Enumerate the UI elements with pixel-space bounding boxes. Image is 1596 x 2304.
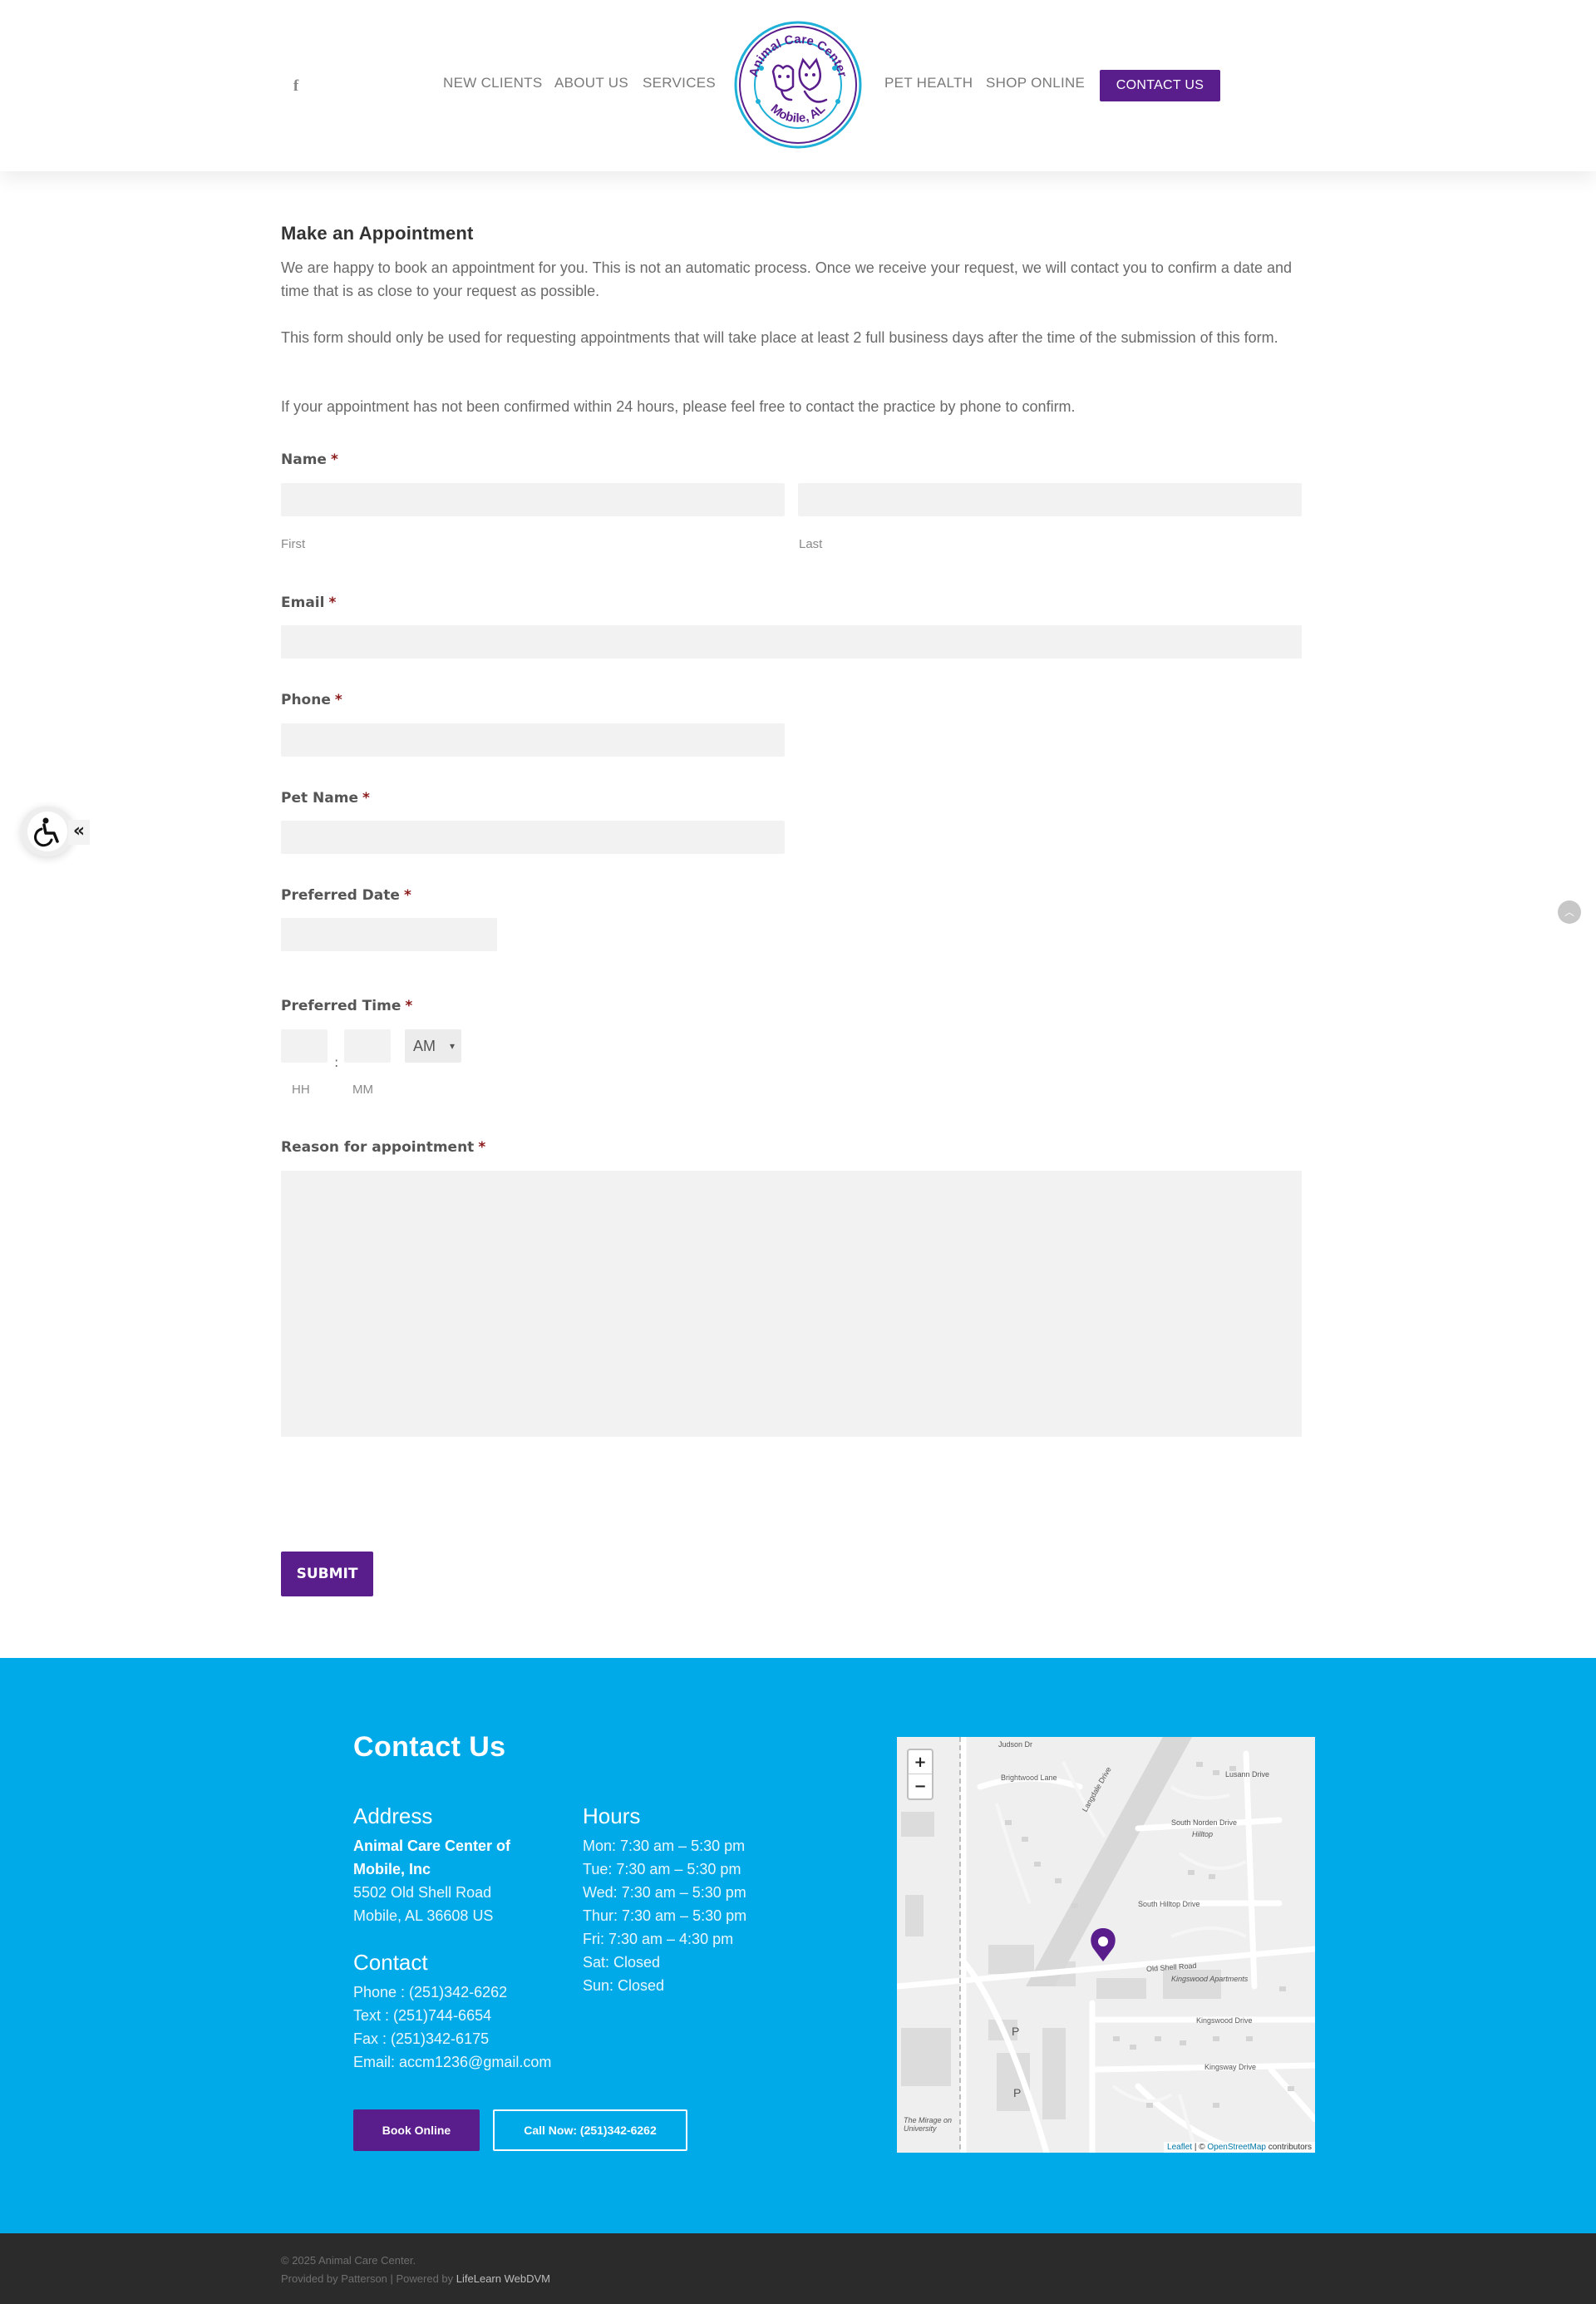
preferred-date-label: Preferred Date *	[281, 887, 411, 904]
bottom-bar	[0, 2233, 1596, 2304]
pet-name-input[interactable]	[281, 821, 785, 854]
nav-about-us[interactable]: ABOUT US	[554, 75, 628, 91]
footer-email[interactable]: Email: accm1236@gmail.com	[353, 2050, 551, 2074]
osm-link[interactable]: OpenStreetMap	[1207, 2143, 1266, 2152]
last-name-input[interactable]	[798, 483, 1302, 516]
accessibility-collapse-tab[interactable]: «	[68, 820, 90, 845]
map-attribution: Leaflet | © OpenStreetMap contributors	[1164, 2142, 1315, 2153]
zoom-in-button[interactable]: +	[909, 1750, 932, 1774]
submit-button[interactable]: SUBMIT	[281, 1552, 373, 1596]
pet-name-label: Pet Name *	[281, 790, 370, 807]
address-line-2: Mobile, AL 36608 US	[353, 1907, 494, 1924]
contact-us-button[interactable]: CONTACT US	[1100, 70, 1220, 101]
book-online-button[interactable]: Book Online	[353, 2109, 480, 2151]
map-label: Judson Dr	[998, 1740, 1033, 1749]
reason-textarea[interactable]	[281, 1171, 1302, 1437]
intro-paragraph-3: If your appointment has not been confirm…	[281, 398, 1076, 415]
map-label: Kingswood Drive	[1196, 2016, 1253, 2025]
hours-sat: Sat: Closed	[583, 1954, 661, 1971]
time-colon: :	[334, 1054, 339, 1070]
scroll-to-top-button[interactable]: ︿	[1558, 900, 1581, 924]
zoom-out-button[interactable]: −	[909, 1774, 932, 1798]
chevron-down-icon: ▾	[449, 1040, 455, 1052]
nav-pet-health[interactable]: PET HEALTH	[884, 75, 973, 91]
map-label: Hilltop	[1192, 1830, 1214, 1838]
contact-footer	[0, 1658, 1596, 2233]
map-label: Brightwood Lane	[1001, 1774, 1057, 1782]
map-label: Kingswood Apartments	[1171, 1975, 1249, 1983]
nav-services[interactable]: SERVICES	[643, 75, 716, 91]
email-input[interactable]	[281, 625, 1302, 659]
chevron-up-icon: ︿	[1564, 906, 1574, 918]
first-name-input[interactable]	[281, 483, 785, 516]
footer-fax: Fax : (251)342-6175	[353, 2030, 490, 2047]
intro-paragraph-1: We are happy to book an appointment for …	[281, 259, 1292, 299]
phone-label: Phone *	[281, 692, 342, 708]
call-now-button[interactable]: Call Now: (251)342-6262	[493, 2109, 687, 2151]
page-title: Make an Appointment	[281, 223, 474, 244]
hours-sun: Sun: Closed	[583, 1977, 665, 1994]
site-logo[interactable]: Animal Care Center Mobile, AL	[733, 20, 863, 150]
provided-by-text: Provided by Patterson | Powered by LifeL…	[281, 2272, 550, 2285]
nav-new-clients[interactable]: NEW CLIENTS	[443, 75, 542, 91]
name-label: Name *	[281, 451, 338, 468]
address-line-1: 5502 Old Shell Road	[353, 1884, 492, 1901]
address-name-line-1: Animal Care Center of	[353, 1838, 511, 1854]
site-header: f NEW CLIENTS ABOUT US SERVICES Animal C…	[0, 0, 1596, 171]
mm-sublabel: MM	[352, 1083, 373, 1097]
accessibility-widget[interactable]	[21, 807, 74, 856]
map-label: South Norden Drive	[1171, 1818, 1238, 1827]
address-name-line-2: Mobile, Inc	[353, 1861, 431, 1877]
footer-text[interactable]: Text : (251)744-6654	[353, 2004, 491, 2027]
map-label: The Mirage on University	[904, 2116, 953, 2133]
minute-input[interactable]	[344, 1029, 391, 1063]
phone-input[interactable]	[281, 723, 785, 757]
first-sublabel: First	[281, 537, 306, 551]
location-map[interactable]: Judson Dr Brightwood Lane Langdale Drive…	[897, 1737, 1315, 2153]
leaflet-link[interactable]: Leaflet	[1167, 2143, 1192, 2152]
email-label: Email *	[281, 595, 337, 611]
hh-sublabel: HH	[292, 1083, 310, 1097]
address-heading: Address	[353, 1803, 433, 1828]
hours-thur: Thur: 7:30 am – 5:30 pm	[583, 1907, 747, 1924]
map-label: Lusann Drive	[1225, 1770, 1270, 1779]
map-tiles	[897, 1737, 1315, 2153]
map-zoom-control: + −	[907, 1749, 933, 1800]
preferred-date-input[interactable]	[281, 918, 497, 951]
parking-label: P	[1012, 2025, 1020, 2038]
reason-label: Reason for appointment *	[281, 1139, 486, 1156]
lifelearn-link[interactable]: LifeLearn WebDVM	[456, 2272, 550, 2285]
hours-fri: Fri: 7:30 am – 4:30 pm	[583, 1931, 734, 1947]
hours-tue: Tue: 7:30 am – 5:30 pm	[583, 1861, 741, 1877]
facebook-icon[interactable]: f	[289, 78, 303, 95]
nav-shop-online[interactable]: SHOP ONLINE	[986, 75, 1085, 91]
hours-wed: Wed: 7:30 am – 5:30 pm	[583, 1884, 746, 1901]
parking-label: P	[1013, 2086, 1022, 2099]
intro-paragraph-2: This form should only be used for reques…	[281, 329, 1278, 346]
hour-input[interactable]	[281, 1029, 328, 1063]
preferred-time-label: Preferred Time *	[281, 998, 413, 1014]
footer-phone[interactable]: Phone : (251)342-6262	[353, 1981, 507, 2004]
hours-heading: Hours	[583, 1803, 641, 1828]
ampm-select[interactable]: AM ▾	[405, 1029, 461, 1063]
last-sublabel: Last	[799, 537, 823, 551]
map-label: Kingsway Drive	[1204, 2063, 1257, 2071]
wheelchair-icon	[27, 812, 67, 851]
contact-heading: Contact	[353, 1950, 428, 1975]
map-label: South Hilltop Drive	[1138, 1900, 1200, 1908]
footer-title: Contact Us	[353, 1731, 506, 1763]
copyright-text: © 2025 Animal Care Center.	[281, 2254, 416, 2267]
hours-mon: Mon: 7:30 am – 5:30 pm	[583, 1838, 746, 1854]
